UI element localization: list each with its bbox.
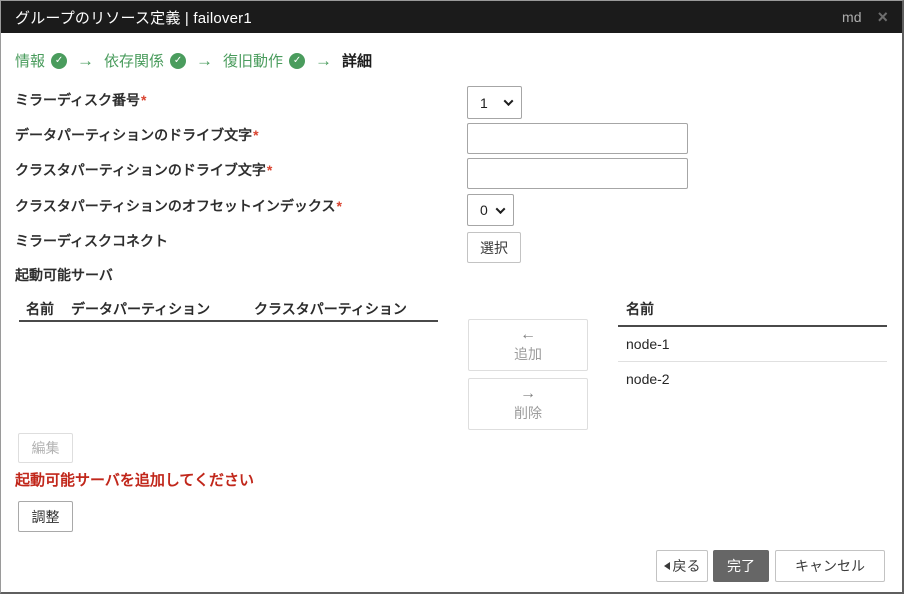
required-asterisk: *	[141, 92, 146, 108]
chevron-down-icon	[496, 204, 506, 214]
step-arrow-icon: →	[315, 51, 332, 71]
cluster-partition-drive-label: クラスタパーティションのドライブ文字*	[15, 160, 272, 180]
left-arrow-icon: ←	[520, 327, 536, 343]
step-details-label: 詳細	[342, 50, 372, 71]
wizard-steps: 情報 ✓ → 依存関係 ✓ → 復旧動作 ✓ → 詳細	[15, 50, 372, 71]
close-icon[interactable]: ×	[877, 8, 888, 26]
mirror-disk-number-select[interactable]: 1	[467, 86, 522, 119]
back-arrow-icon	[664, 562, 670, 570]
cancel-button[interactable]: キャンセル	[775, 550, 885, 582]
available-servers-table: 名前 node-1 node-2	[618, 297, 887, 396]
add-server-label: 追加	[514, 344, 542, 364]
dialog-title: グループのリソース定義 | failover1	[15, 7, 252, 28]
selected-servers-col-cluster-partition: クラスタパーティション	[254, 299, 407, 319]
group-resource-definition-dialog: グループのリソース定義 | failover1 md × 情報 ✓ → 依存関係…	[0, 0, 904, 594]
selected-servers-header-rule	[19, 320, 438, 322]
available-servers-col-name: 名前	[618, 297, 887, 327]
edit-button[interactable]: 編集	[18, 433, 73, 463]
back-button-label: 戻る	[673, 556, 701, 576]
validation-warning-text: 起動可能サーバを追加してください	[15, 469, 254, 490]
required-asterisk: *	[253, 127, 258, 143]
right-arrow-icon: →	[520, 386, 536, 402]
check-circle-icon: ✓	[170, 53, 186, 69]
back-button[interactable]: 戻る	[656, 550, 708, 582]
resource-type-badge: md	[842, 9, 861, 25]
step-recovery[interactable]: 復旧動作 ✓	[223, 50, 305, 71]
mirror-disk-connect-label: ミラーディスクコネクト	[15, 231, 168, 251]
add-server-button[interactable]: ← 追加	[468, 319, 588, 371]
startable-servers-label: 起動可能サーバ	[15, 265, 113, 285]
tune-button[interactable]: 調整	[18, 501, 73, 532]
step-arrow-icon: →	[77, 51, 94, 71]
check-circle-icon: ✓	[289, 53, 305, 69]
step-recovery-label: 復旧動作	[223, 50, 283, 71]
offset-index-value: 0	[480, 202, 488, 218]
dialog-titlebar: グループのリソース定義 | failover1 md ×	[1, 1, 902, 33]
step-details: 詳細	[342, 50, 372, 71]
selected-servers-col-name: 名前	[26, 299, 54, 319]
check-circle-icon: ✓	[51, 53, 67, 69]
remove-server-label: 削除	[514, 403, 542, 423]
step-info[interactable]: 情報 ✓	[15, 50, 67, 71]
mirror-disk-number-label: ミラーディスク番号*	[15, 90, 146, 110]
selected-servers-col-data-partition: データパーティション	[71, 299, 210, 319]
step-dependency[interactable]: 依存関係 ✓	[104, 50, 186, 71]
finish-button[interactable]: 完了	[713, 550, 769, 582]
cluster-partition-drive-input[interactable]	[467, 158, 688, 189]
data-partition-drive-input[interactable]	[467, 123, 688, 154]
data-partition-drive-label: データパーティションのドライブ文字*	[15, 125, 259, 145]
table-row-node-1[interactable]: node-1	[618, 327, 887, 362]
mirror-disk-number-value: 1	[480, 95, 488, 111]
remove-server-button[interactable]: → 削除	[468, 378, 588, 430]
step-arrow-icon: →	[196, 51, 213, 71]
required-asterisk: *	[267, 162, 272, 178]
offset-index-label: クラスタパーティションのオフセットインデックス*	[15, 196, 342, 216]
step-dependency-label: 依存関係	[104, 50, 164, 71]
step-info-label: 情報	[15, 50, 45, 71]
chevron-down-icon	[504, 96, 514, 106]
required-asterisk: *	[336, 198, 341, 214]
table-row-node-2[interactable]: node-2	[618, 362, 887, 396]
mirror-disk-connect-select-button[interactable]: 選択	[467, 232, 521, 263]
offset-index-select[interactable]: 0	[467, 194, 514, 226]
